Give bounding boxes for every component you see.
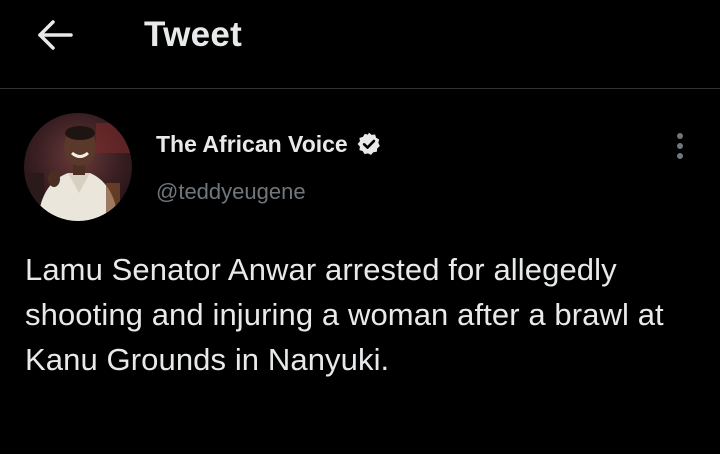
top-header: Tweet	[0, 0, 720, 89]
author-display-name: The African Voice	[156, 131, 348, 157]
tweet-page: Tweet The African Voice @teddyeugene Lam…	[0, 0, 720, 454]
page-title: Tweet	[144, 15, 243, 54]
tweet-text: Lamu Senator Anwar arrested for allegedl…	[25, 252, 664, 377]
avatar[interactable]	[24, 113, 132, 221]
more-vertical-icon	[677, 133, 683, 159]
more-options-button[interactable]	[664, 128, 696, 164]
avatar-photo	[24, 113, 132, 221]
author-name[interactable]: The African Voice	[156, 130, 382, 158]
verified-badge-icon	[356, 131, 382, 157]
back-button[interactable]	[30, 12, 80, 58]
author-handle[interactable]: @teddyeugene	[156, 178, 306, 206]
arrow-left-icon	[38, 20, 73, 50]
